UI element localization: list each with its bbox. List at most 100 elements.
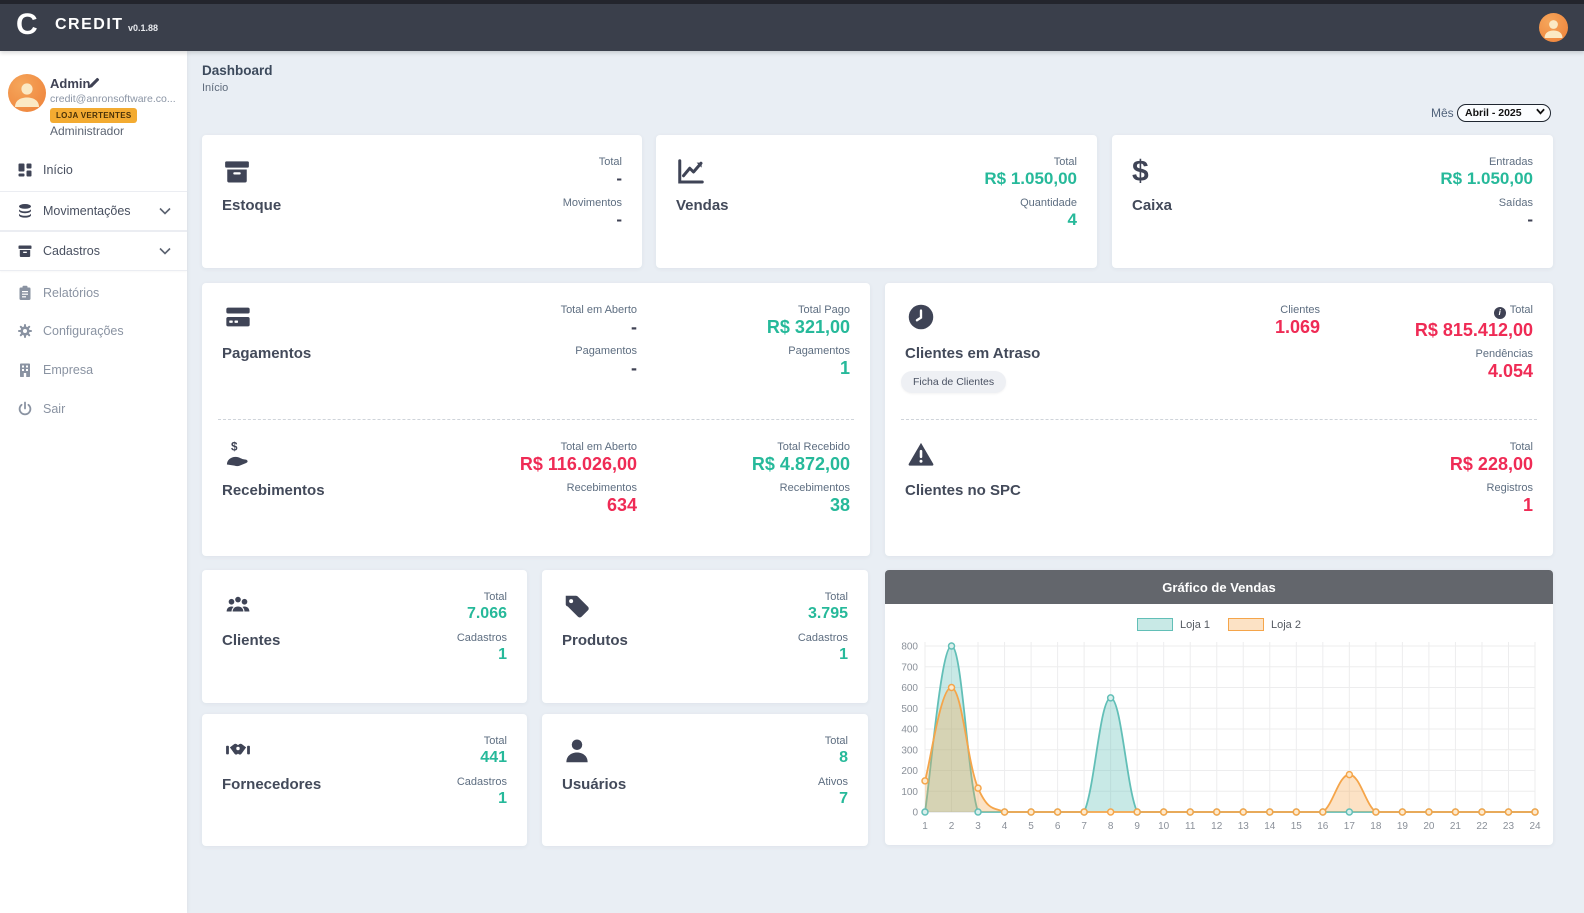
profile-avatar[interactable] [8,74,46,112]
stat-value: 4.054 [1488,361,1533,381]
chevron-down-icon [159,207,171,215]
svg-text:23: 23 [1503,821,1515,832]
svg-text:21: 21 [1450,821,1462,832]
svg-text:10: 10 [1158,821,1170,832]
stat-value: 8 [839,748,848,768]
stat-value: 7.066 [467,604,507,624]
sidebar-item-cadastros[interactable]: Cadastros [0,231,187,271]
stat-label: Quantidade [1020,197,1077,209]
ficha-de-clientes-button[interactable]: Ficha de Clientes [901,371,1006,393]
card-clientes-atraso-spc: Clientes em Atraso Ficha de Clientes Cli… [885,283,1553,556]
legend-item[interactable]: Loja 2 [1228,618,1301,631]
person-icon [1539,13,1568,42]
stat-value: - [616,210,622,230]
sidebar-item-sair[interactable]: Sair [0,394,187,424]
profile-email: credit@anronsoftware.co... [50,93,180,105]
legend-label: Loja 1 [1180,619,1210,631]
legend-swatch [1137,618,1173,631]
stat-value: 634 [607,495,637,515]
stat-value: R$ 116.026,00 [520,454,637,474]
database-icon [17,203,33,219]
user-icon [562,736,592,766]
stat-value: 38 [830,495,850,515]
stat-label: Cadastros [798,632,848,644]
stock-box-icon [222,157,252,187]
month-select[interactable]: Abril - 2025 [1457,104,1551,122]
stat-label: Total [1054,156,1077,168]
stat-value: 1 [840,358,850,378]
sales-area-chart: 1234567891011121314151617181920212223240… [885,634,1553,842]
stat-value: - [631,317,637,337]
edit-pencil-icon[interactable] [88,77,100,89]
section-title: Pagamentos [222,345,311,362]
svg-text:1: 1 [922,821,928,832]
sidebar-item-inicio[interactable]: Início [0,155,187,185]
breadcrumb: Início [202,82,228,94]
legend-item[interactable]: Loja 1 [1137,618,1210,631]
sidebar-item-empresa[interactable]: Empresa [0,355,187,385]
svg-text:14: 14 [1264,821,1276,832]
stat-label: Clientes [1280,304,1320,316]
svg-text:500: 500 [901,704,918,715]
section-clientes-atraso: Clientes em Atraso Ficha de Clientes Cli… [885,283,1553,419]
sidebar-item-label: Sair [43,402,65,416]
section-title: Clientes em Atraso [905,345,1040,362]
stat-label: Total [484,735,507,747]
stat-value: 4 [1068,210,1077,230]
stat-label: Saídas [1499,197,1533,209]
card-produtos: Produtos Total 3.795 Cadastros 1 [542,570,868,703]
stat-value: - [631,358,637,378]
svg-text:7: 7 [1081,821,1087,832]
stat-value: - [1527,210,1533,230]
card-estoque: Estoque Total - Movimentos - [202,135,642,268]
sidebar-item-label: Início [43,163,73,177]
svg-text:800: 800 [901,642,918,653]
stat-label: Cadastros [457,632,507,644]
stat-label: Total [1510,441,1533,453]
section-clientes-spc: Clientes no SPC Total R$ 228,00 Registro… [885,420,1553,556]
stat-label: Total [825,735,848,747]
card-title: Caixa [1132,197,1172,214]
svg-text:100: 100 [901,787,918,798]
clock-icon [907,303,935,331]
svg-text:18: 18 [1370,821,1382,832]
dashboard-grid-icon [17,162,33,178]
svg-text:11: 11 [1185,821,1196,832]
dollar-icon: $ [1132,157,1162,187]
sidebar-item-relatorios[interactable]: Relatórios [0,278,187,308]
svg-text:16: 16 [1317,821,1329,832]
stat-value: R$ 4.872,00 [752,454,850,474]
card-usuarios: Usuários Total 8 Ativos 7 [542,714,868,846]
app-logo: C [16,8,38,42]
stat-value: 3.795 [808,604,848,624]
card-pagamentos-recebimentos: Pagamentos Total em Aberto - Pagamentos … [202,283,870,556]
stat-value: R$ 1.050,00 [1440,169,1533,189]
svg-text:22: 22 [1476,821,1488,832]
svg-text:300: 300 [901,745,918,756]
info-icon[interactable]: i [1494,307,1506,319]
sidebar-item-label: Movimentações [43,204,131,218]
gear-icon [17,323,33,339]
svg-text:200: 200 [901,766,918,777]
card-vendas: Vendas Total R$ 1.050,00 Quantidade 4 [656,135,1097,268]
section-pagamentos: Pagamentos Total em Aberto - Pagamentos … [202,283,870,419]
person-icon [8,74,46,112]
svg-text:0: 0 [912,808,918,819]
stat-value: 1 [1523,495,1533,515]
topbar: C CREDIT v0.1.88 [0,0,1584,51]
sidebar-item-configuracoes[interactable]: Configurações [0,316,187,346]
sales-chart-icon [676,157,706,187]
card-caixa: $ Caixa Entradas R$ 1.050,00 Saídas - [1112,135,1553,268]
card-title: Estoque [222,197,281,214]
svg-text:700: 700 [901,662,918,673]
card-title: Clientes [222,632,280,649]
profile-name: Admin [50,76,90,91]
svg-text:5: 5 [1028,821,1034,832]
sidebar-item-movimentacoes[interactable]: Movimentações [0,191,187,231]
sidebar-item-label: Cadastros [43,244,100,258]
section-title: Recebimentos [222,482,325,499]
users-group-icon [222,592,254,618]
stat-value: R$ 228,00 [1450,454,1533,474]
warning-triangle-icon [907,440,935,468]
user-avatar-button[interactable] [1539,13,1568,42]
